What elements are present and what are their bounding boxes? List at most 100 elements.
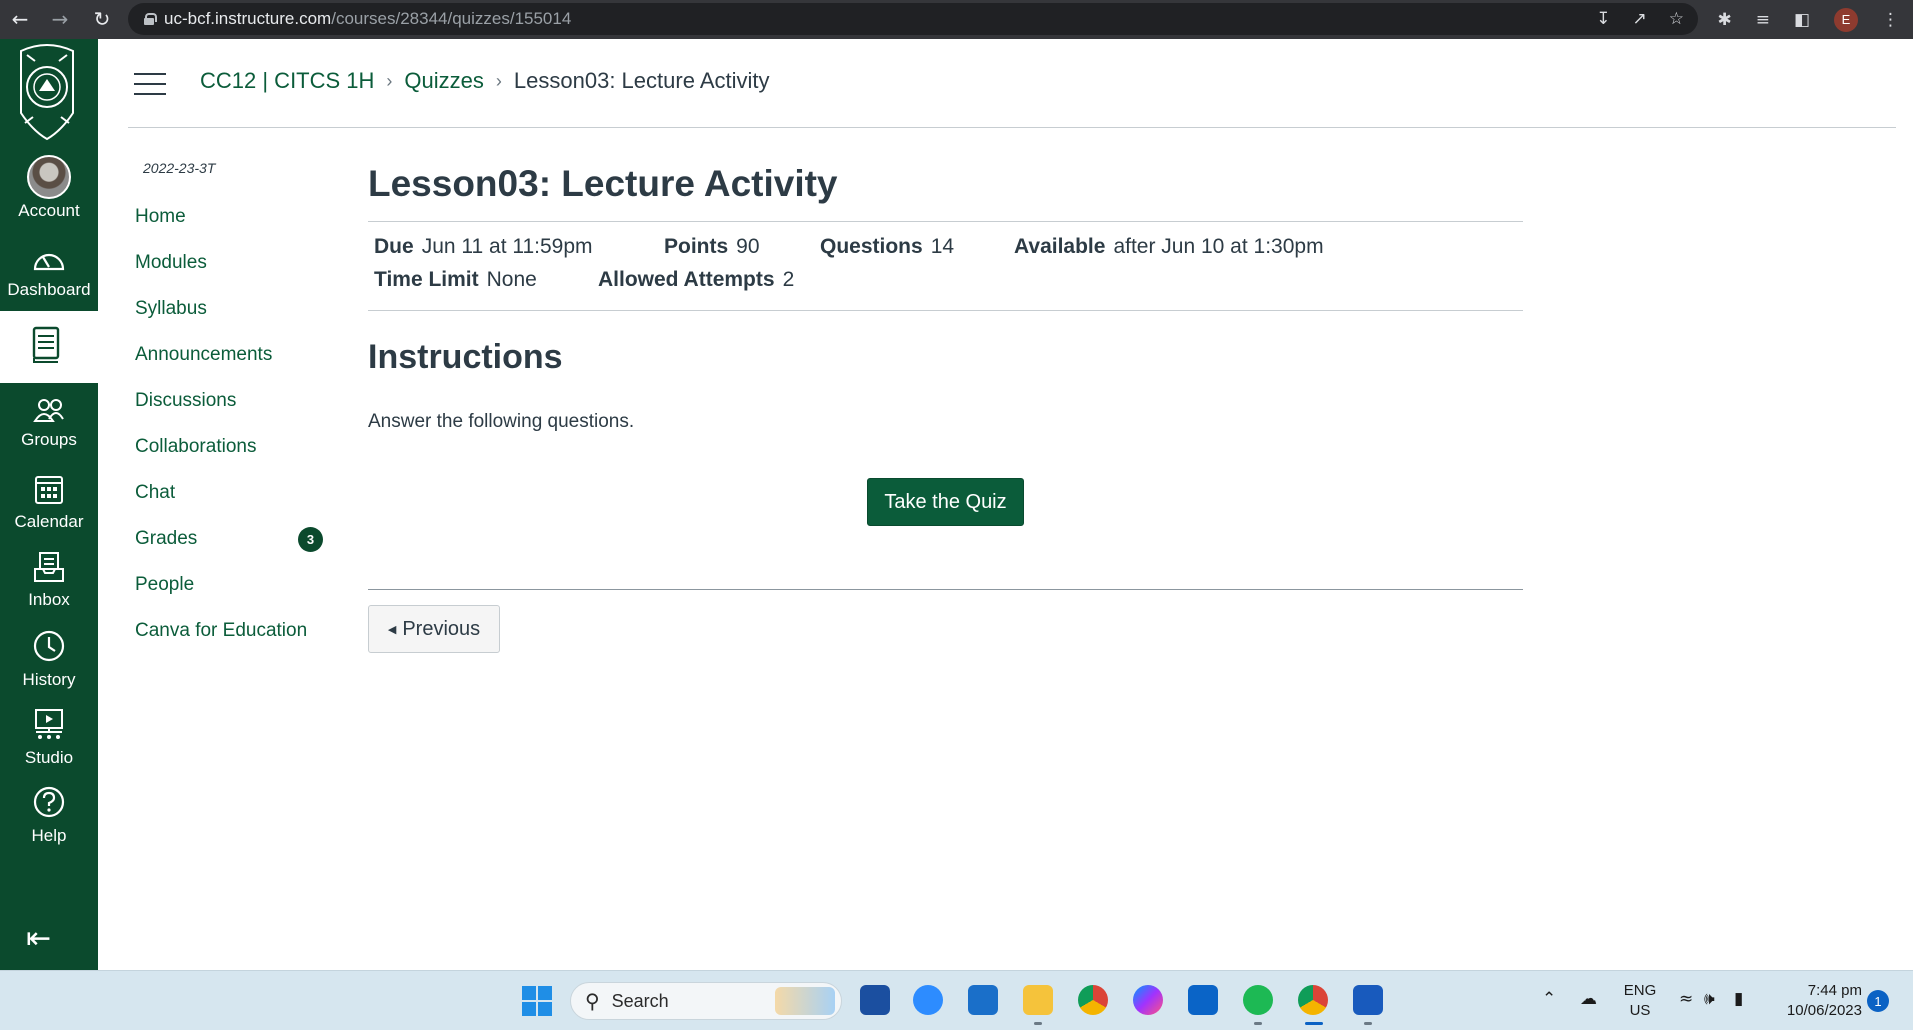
course-nav-people[interactable]: People bbox=[135, 570, 335, 616]
global-nav-label: History bbox=[22, 670, 76, 689]
onedrive-icon[interactable]: ☁ bbox=[1580, 989, 1597, 1009]
install-icon[interactable]: ↧ bbox=[1596, 9, 1610, 29]
quiz-title: Lesson03: Lecture Activity bbox=[368, 163, 838, 204]
reading-list-icon[interactable]: ≡ bbox=[1756, 10, 1770, 30]
global-nav-groups[interactable]: Groups bbox=[0, 397, 98, 450]
volume-icon[interactable]: 🕪 bbox=[1704, 989, 1715, 1009]
detail-label: Points bbox=[664, 235, 729, 258]
wifi-icon[interactable]: ≈ bbox=[1679, 989, 1693, 1009]
clock-time: 7:44 pm bbox=[1807, 982, 1862, 999]
browser-actions: ✱ ≡ ◧ E ⋮ bbox=[1717, 0, 1899, 39]
collapse-nav-icon[interactable]: ⇤ bbox=[26, 921, 51, 956]
detail-label: Available bbox=[1014, 235, 1106, 258]
previous-button-label: Previous bbox=[402, 617, 481, 640]
course-nav-chat[interactable]: Chat bbox=[135, 478, 335, 524]
course-menu-toggle[interactable] bbox=[134, 73, 166, 95]
global-nav-label: Dashboard bbox=[7, 280, 91, 299]
global-nav-help[interactable]: Help bbox=[0, 785, 98, 846]
global-nav-label: Studio bbox=[24, 748, 74, 767]
browser-toolbar: ← → ↻ uc-bcf.instructure.com/courses/283… bbox=[0, 0, 1913, 39]
instructions-heading: Instructions bbox=[368, 338, 563, 376]
course-nav-discussions[interactable]: Discussions bbox=[135, 386, 335, 432]
global-nav-dashboard[interactable]: Dashboard bbox=[0, 245, 98, 300]
chevron-up-icon[interactable]: ⌃ bbox=[1542, 989, 1556, 1009]
global-nav-label: Help bbox=[31, 826, 67, 845]
global-nav-history[interactable]: History bbox=[0, 629, 98, 690]
notification-badge[interactable]: 1 bbox=[1867, 990, 1889, 1012]
take-quiz-button[interactable]: Take the Quiz bbox=[867, 478, 1024, 526]
course-nav-grades[interactable]: Grades 3 bbox=[135, 524, 335, 570]
taskbar-search[interactable]: ⚲ Search bbox=[570, 982, 842, 1020]
global-nav-label: Inbox bbox=[28, 590, 70, 609]
lock-icon bbox=[144, 13, 157, 25]
dashboard-icon bbox=[33, 253, 65, 271]
lang-top: ENG bbox=[1623, 982, 1657, 999]
global-nav-inbox[interactable]: Inbox bbox=[0, 551, 98, 610]
running-indicator bbox=[1254, 1022, 1262, 1025]
quiz-questions: Questions 14 bbox=[820, 235, 954, 259]
file-explorer-icon[interactable] bbox=[1023, 985, 1053, 1015]
details-top-divider bbox=[368, 221, 1523, 222]
spotify-icon[interactable] bbox=[1243, 985, 1273, 1015]
studio-icon bbox=[35, 709, 63, 739]
course-nav-home[interactable]: Home bbox=[135, 202, 335, 248]
course-nav-collaborations[interactable]: Collaborations bbox=[135, 432, 335, 478]
word-icon[interactable] bbox=[1353, 985, 1383, 1015]
course-nav-modules[interactable]: Modules bbox=[135, 248, 335, 294]
global-nav-calendar[interactable]: Calendar bbox=[0, 473, 98, 532]
previous-button[interactable]: ◀ Previous bbox=[368, 605, 500, 653]
caret-left-icon: ◀ bbox=[387, 622, 397, 636]
detail-value: None bbox=[486, 268, 537, 291]
battery-icon[interactable]: ▮ bbox=[1734, 989, 1743, 1009]
zoom-icon[interactable] bbox=[913, 985, 943, 1015]
menu-kebab-icon[interactable]: ⋮ bbox=[1882, 10, 1899, 30]
chrome-icon[interactable] bbox=[1078, 985, 1108, 1015]
courses-icon bbox=[32, 326, 60, 363]
chrome-profile-icon[interactable] bbox=[1298, 985, 1328, 1015]
taskbar-search-placeholder: Search bbox=[611, 990, 669, 1011]
global-nav-label: Account bbox=[18, 201, 80, 220]
address-bar[interactable]: uc-bcf.instructure.com/courses/28344/qui… bbox=[128, 3, 1698, 35]
global-nav-studio[interactable]: Studio bbox=[0, 707, 98, 768]
details-bottom-divider bbox=[368, 310, 1523, 311]
outlook-icon[interactable] bbox=[1188, 985, 1218, 1015]
messenger-icon[interactable] bbox=[1133, 985, 1163, 1015]
reload-icon[interactable]: ↻ bbox=[86, 3, 118, 35]
detail-label: Allowed Attempts bbox=[598, 268, 775, 291]
quiz-time-limit: Time Limit None bbox=[374, 268, 537, 292]
language-indicator[interactable]: ENG US bbox=[1622, 971, 1658, 1031]
breadcrumb: CC12 | CITCS 1H › Quizzes › Lesson03: Le… bbox=[200, 68, 770, 94]
url-host: uc-bcf.instructure.com bbox=[164, 9, 332, 28]
detail-value: 90 bbox=[736, 235, 760, 258]
breadcrumb-quizzes[interactable]: Quizzes bbox=[404, 68, 483, 94]
bookmark-star-icon[interactable]: ☆ bbox=[1669, 9, 1684, 29]
windows-start-icon[interactable] bbox=[522, 986, 552, 1016]
course-nav-label: Grades bbox=[135, 528, 198, 549]
detail-label: Time Limit bbox=[374, 268, 479, 291]
course-nav-announcements[interactable]: Announcements bbox=[135, 340, 335, 386]
inbox-icon bbox=[34, 552, 64, 582]
hamburger-icon bbox=[134, 93, 166, 95]
course-nav-canva[interactable]: Canva for Education bbox=[135, 616, 335, 662]
running-indicator bbox=[1364, 1022, 1372, 1025]
search-highlight-icon bbox=[775, 987, 835, 1015]
side-panel-icon[interactable]: ◧ bbox=[1794, 10, 1810, 30]
clock[interactable]: 7:44 pm 10/06/2023 bbox=[1770, 971, 1862, 1031]
detail-value: Jun 11 at 11:59pm bbox=[421, 235, 593, 258]
course-nav-syllabus[interactable]: Syllabus bbox=[135, 294, 335, 340]
university-seal-logo[interactable] bbox=[15, 43, 79, 143]
breadcrumb-course[interactable]: CC12 | CITCS 1H bbox=[200, 68, 374, 94]
hamburger-icon bbox=[134, 83, 166, 85]
microsoft-store-icon[interactable] bbox=[860, 985, 890, 1015]
extensions-icon[interactable]: ✱ bbox=[1717, 10, 1731, 30]
calendar-icon bbox=[35, 476, 63, 504]
mail-icon[interactable] bbox=[968, 985, 998, 1015]
instructions-text: Answer the following questions. bbox=[368, 411, 635, 432]
back-icon[interactable]: ← bbox=[4, 3, 36, 35]
global-nav-courses[interactable] bbox=[0, 311, 98, 383]
forward-icon[interactable]: → bbox=[44, 3, 76, 35]
quiz-available: Available after Jun 10 at 1:30pm bbox=[1014, 235, 1324, 259]
share-icon[interactable]: ↗ bbox=[1633, 9, 1647, 29]
profile-avatar[interactable]: E bbox=[1834, 7, 1858, 32]
global-nav-account[interactable]: Account bbox=[0, 155, 98, 221]
